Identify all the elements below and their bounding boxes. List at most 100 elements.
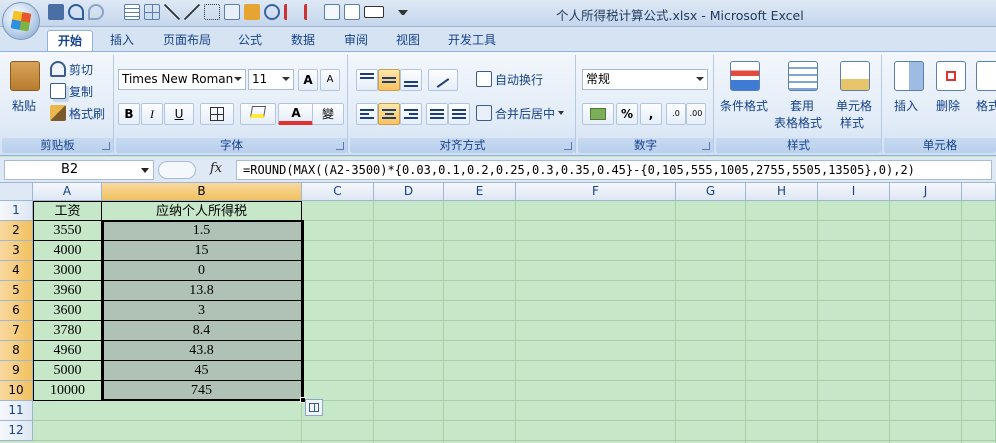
column-header-c[interactable]: C	[302, 183, 374, 201]
cell-b8[interactable]: 43.8	[102, 341, 302, 361]
align-left-button[interactable]	[356, 103, 378, 125]
tab-insert[interactable]: 插入	[100, 30, 144, 51]
column-header-i[interactable]: I	[818, 183, 890, 201]
format-painter-button[interactable]: 格式刷	[50, 103, 105, 123]
cell-styles-icon[interactable]	[840, 61, 870, 91]
cut-button[interactable]: 剪切	[50, 59, 93, 79]
shrink-font-button[interactable]: A	[320, 69, 340, 91]
percent-button[interactable]: %	[616, 103, 638, 125]
tab-page-layout[interactable]: 页面布局	[155, 30, 219, 51]
macro-icon[interactable]	[244, 4, 260, 20]
form-icon[interactable]	[344, 4, 360, 20]
row-header-1[interactable]: 1	[0, 201, 33, 221]
column-header-f[interactable]: F	[516, 183, 676, 201]
filter-icon[interactable]	[324, 4, 340, 20]
cell-b9[interactable]: 45	[102, 361, 302, 381]
worksheet-grid[interactable]: ABCDEFGHIJ 1 2 3 4 5 6 7 8 9 10 11 12 工资 应纳个人所得税 3550…	[0, 183, 996, 443]
auto-fill-options-button[interactable]	[305, 399, 323, 416]
cell-styles-line2[interactable]: 样式	[840, 114, 864, 131]
align-top-button[interactable]	[356, 69, 378, 91]
cell-b6[interactable]: 3	[102, 301, 302, 321]
cell-a9[interactable]: 5000	[33, 361, 102, 381]
cell-a6[interactable]: 3600	[33, 301, 102, 321]
column-header-a[interactable]: A	[33, 183, 102, 201]
column-header-j[interactable]: J	[890, 183, 962, 201]
paste-button[interactable]: 粘贴	[12, 97, 36, 114]
comma-button[interactable]: ,	[640, 103, 662, 125]
cell-a10[interactable]: 10000	[33, 381, 102, 401]
tab-view[interactable]: 视图	[386, 30, 430, 51]
orientation-button[interactable]	[428, 69, 458, 91]
number-format-select[interactable]: 常规	[582, 69, 708, 90]
cell-b3[interactable]: 15	[102, 241, 302, 261]
merge-icon[interactable]	[224, 4, 240, 20]
currency-button[interactable]	[582, 103, 614, 125]
row-header-3[interactable]: 3	[0, 241, 33, 261]
header-cell-a1[interactable]: 工资	[33, 201, 102, 221]
tab-data[interactable]: 数据	[281, 30, 325, 51]
cell-a8[interactable]: 4960	[33, 341, 102, 361]
format-cells-icon[interactable]	[976, 61, 996, 91]
increase-indent-button[interactable]	[448, 103, 470, 125]
table-icon[interactable]	[124, 4, 140, 20]
borders-icon[interactable]	[204, 4, 220, 20]
row-header-5[interactable]: 5	[0, 281, 33, 301]
delete-cells-icon[interactable]	[936, 61, 966, 91]
italic-button[interactable]: I	[141, 103, 163, 125]
format-as-table-line1[interactable]: 套用	[790, 97, 814, 114]
row-header-6[interactable]: 6	[0, 301, 33, 321]
row-header-8[interactable]: 8	[0, 341, 33, 361]
select-all-corner[interactable]	[0, 183, 33, 201]
column-header-e[interactable]: E	[444, 183, 516, 201]
align-center-button[interactable]	[378, 103, 400, 125]
cell-b7[interactable]: 8.4	[102, 321, 302, 341]
tab-home[interactable]: 开始	[47, 30, 93, 51]
tab-developer[interactable]: 开发工具	[440, 30, 504, 51]
draw-line-icon[interactable]	[164, 4, 180, 20]
cell-styles-line1[interactable]: 单元格	[836, 97, 872, 114]
font-name-select[interactable]: Times New Roman	[118, 69, 246, 90]
column-header-b[interactable]: B	[102, 183, 302, 201]
draw-diagonal-icon[interactable]	[184, 4, 200, 20]
column-header-g[interactable]: G	[676, 183, 746, 201]
align-right-button[interactable]	[400, 103, 422, 125]
conditional-format-button[interactable]: 条件格式	[720, 97, 768, 114]
cell-a3[interactable]: 4000	[33, 241, 102, 261]
grow-font-button[interactable]: A	[298, 69, 318, 91]
formula-input[interactable]: =ROUND(MAX((A2-3500)*{0.03,0.1,0.2,0.25,…	[236, 160, 992, 180]
tab-review[interactable]: 审阅	[334, 30, 378, 51]
sort-icon[interactable]	[284, 4, 300, 20]
cell-a2[interactable]: 3550	[33, 221, 102, 241]
cell-b2[interactable]: 1.5	[102, 221, 302, 241]
cell-b10[interactable]: 745	[102, 381, 302, 401]
insert-function-button[interactable]: fx	[210, 161, 222, 176]
row-header-11[interactable]: 11	[0, 401, 33, 421]
alignment-launcher-icon[interactable]	[564, 142, 572, 150]
find-icon[interactable]	[264, 4, 280, 20]
cell-b5[interactable]: 13.8	[102, 281, 302, 301]
phonetic-button[interactable]: 變	[312, 103, 344, 125]
merge-center-button[interactable]: 合并后居中	[476, 103, 565, 123]
font-color-button[interactable]: A	[278, 103, 314, 125]
row-header-12[interactable]: 12	[0, 421, 33, 441]
grid-icon[interactable]	[144, 4, 160, 20]
format-cells-button[interactable]: 格式	[976, 97, 996, 114]
font-size-select[interactable]: 11	[248, 69, 294, 90]
column-header-d[interactable]: D	[374, 183, 444, 201]
insert-cells-button[interactable]: 插入	[894, 97, 918, 114]
row-header-9[interactable]: 9	[0, 361, 33, 381]
office-button[interactable]	[2, 2, 40, 40]
undo-icon[interactable]	[68, 4, 84, 20]
column-header-partial[interactable]	[962, 183, 996, 201]
cell-a4[interactable]: 3000	[33, 261, 102, 281]
sort-desc-icon[interactable]	[304, 4, 320, 20]
row-header-7[interactable]: 7	[0, 321, 33, 341]
wrap-text-button[interactable]: 自动换行	[476, 69, 543, 89]
chevron-down-icon[interactable]	[141, 168, 149, 173]
cell-a7[interactable]: 3780	[33, 321, 102, 341]
format-as-table-line2[interactable]: 表格格式	[774, 114, 822, 131]
borders-button[interactable]	[200, 103, 234, 125]
clipboard-launcher-icon[interactable]	[102, 142, 110, 150]
name-box[interactable]: B2	[4, 160, 154, 180]
tab-formulas[interactable]: 公式	[228, 30, 272, 51]
